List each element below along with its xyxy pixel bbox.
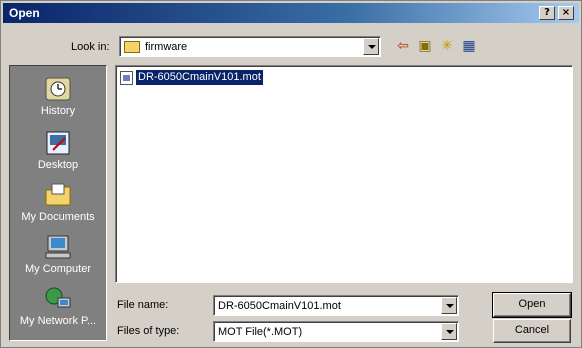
look-in-label: Look in: (71, 41, 110, 53)
file-icon (120, 71, 133, 85)
file-type-dropdown[interactable]: MOT File(*.MOT) (213, 321, 459, 342)
place-label: My Documents (21, 211, 95, 223)
places-bar: History Desktop My Documents My Computer… (9, 65, 107, 341)
look-in-dropdown-button[interactable] (363, 38, 379, 55)
open-dialog: Open ? × Look in: firmware ⇦ ▣ ✳ ▦ Histo… (0, 0, 582, 348)
my-documents-icon (45, 183, 71, 206)
place-label: Desktop (37, 159, 79, 171)
folder-icon (124, 41, 140, 53)
open-button[interactable]: Open (492, 292, 572, 318)
file-name-input[interactable]: DR-6050CmainV101.mot (213, 295, 459, 316)
up-folder-icon[interactable]: ▣ (415, 36, 435, 56)
file-name: DR-6050CmainV101.mot (135, 69, 264, 86)
place-label: History (40, 105, 76, 117)
new-folder-icon[interactable]: ✳ (437, 36, 457, 56)
my-computer-icon (45, 235, 71, 259)
place-history[interactable]: History (10, 76, 106, 117)
place-label: My Computer (24, 263, 92, 275)
history-icon (45, 77, 71, 101)
look-in-value: firmware (145, 41, 188, 53)
place-my-computer[interactable]: My Computer (10, 234, 106, 275)
look-in-dropdown[interactable]: firmware (119, 36, 381, 57)
back-icon[interactable]: ⇦ (393, 36, 413, 56)
place-my-documents[interactable]: My Documents (10, 182, 106, 223)
file-type-dropdown-button[interactable] (441, 323, 457, 340)
help-button[interactable]: ? (539, 6, 555, 20)
file-type-label: Files of type: (117, 325, 180, 337)
place-label: My Network P... (19, 315, 97, 327)
file-type-value: MOT File(*.MOT) (218, 326, 303, 338)
place-my-network[interactable]: My Network P... (10, 286, 106, 327)
my-network-icon (45, 287, 71, 308)
file-name-value: DR-6050CmainV101.mot (218, 300, 341, 312)
file-name-label: File name: (117, 299, 169, 311)
file-name-dropdown-button[interactable] (441, 297, 457, 314)
cancel-button[interactable]: Cancel (493, 319, 571, 343)
desktop-icon (46, 131, 70, 155)
window-title: Open (9, 6, 40, 20)
place-desktop[interactable]: Desktop (10, 130, 106, 171)
views-menu-icon[interactable]: ▦ (459, 36, 479, 56)
close-button[interactable]: × (558, 6, 574, 20)
file-list[interactable]: DR-6050CmainV101.mot (115, 65, 573, 283)
title-bar: Open ? × (3, 3, 579, 23)
